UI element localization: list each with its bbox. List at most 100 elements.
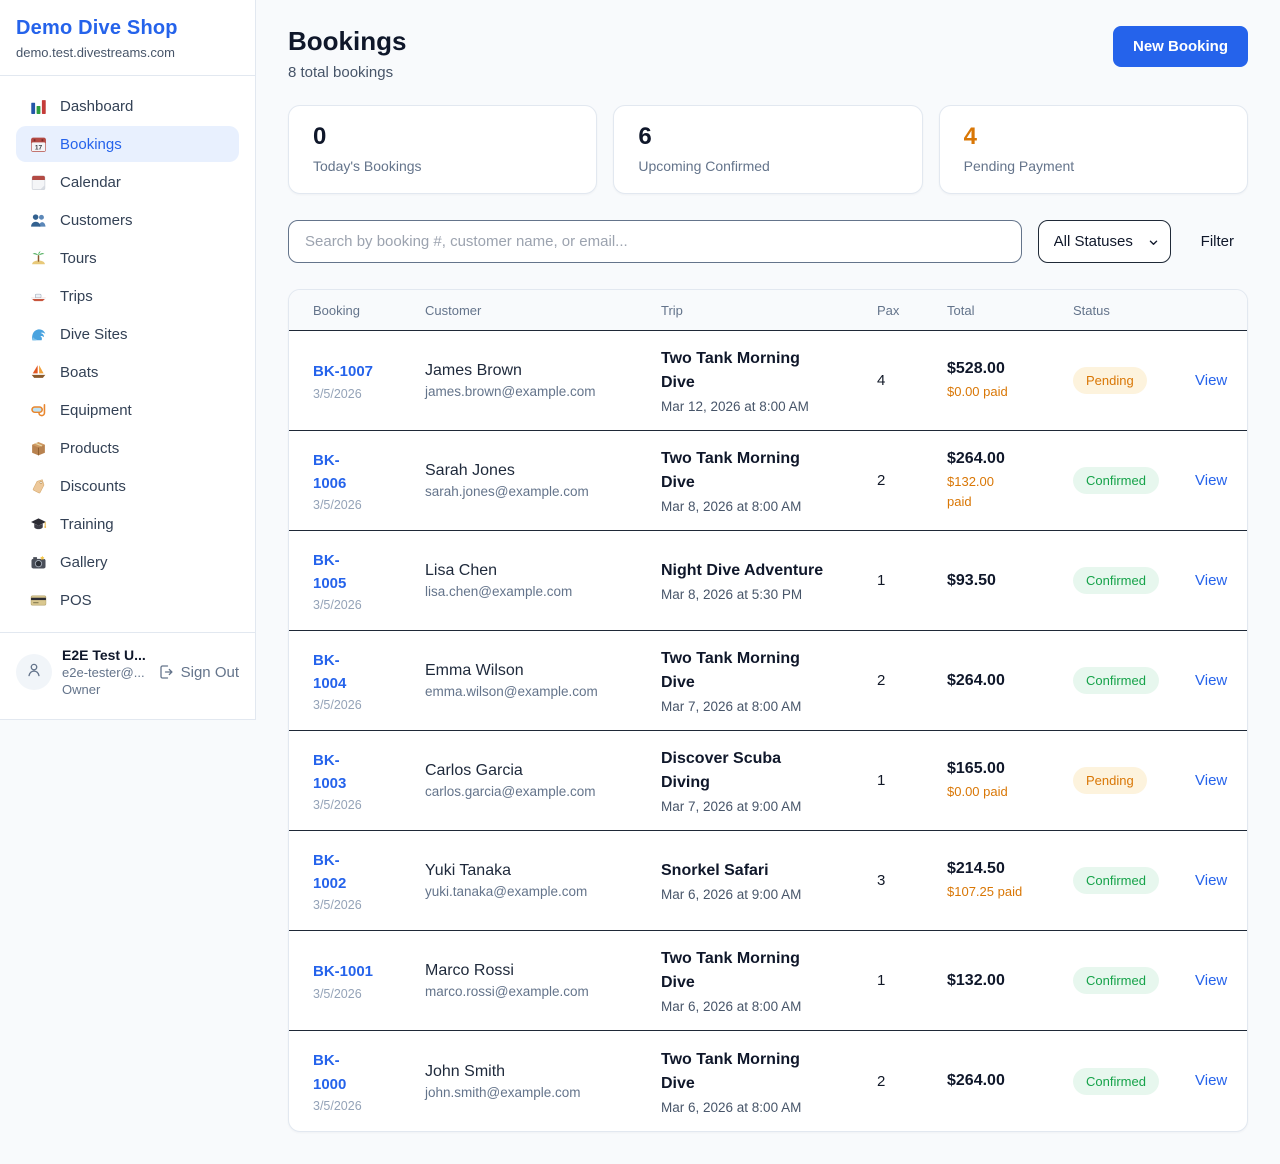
total-cell: $264.00	[947, 672, 1073, 690]
island-icon	[29, 249, 47, 267]
total-cell: $264.00	[947, 1072, 1073, 1090]
total-cell: $132.00	[947, 972, 1073, 990]
status-cell: Confirmed	[1073, 867, 1195, 894]
sidebar-item-products[interactable]: Products	[16, 430, 239, 466]
stat-card-upcoming-confirmed: 6 Upcoming Confirmed	[613, 105, 922, 194]
sidebar-item-calendar[interactable]: Calendar	[16, 164, 239, 200]
sidebar-item-pos[interactable]: POS	[16, 582, 239, 618]
view-link[interactable]: View	[1195, 472, 1227, 489]
booking-row: BK- 1005 3/5/2026 Lisa Chen lisa.chen@ex…	[289, 531, 1247, 631]
booking-row: BK- 1004 3/5/2026 Emma Wilson emma.wilso…	[289, 631, 1247, 731]
sidebar-item-equipment[interactable]: Equipment	[16, 392, 239, 428]
sidebar-item-trips[interactable]: Trips	[16, 278, 239, 314]
view-link[interactable]: View	[1195, 772, 1227, 789]
new-booking-button[interactable]: New Booking	[1113, 26, 1248, 67]
sidebar-item-bookings[interactable]: 17 Bookings	[16, 126, 239, 162]
booking-cell: BK-1001 3/5/2026	[313, 960, 425, 1000]
sidebar-item-label: Tours	[60, 250, 97, 267]
shop-name: Demo Dive Shop	[16, 17, 239, 40]
sidebar-item-boats[interactable]: Boats	[16, 354, 239, 390]
total-cell: $264.00 $132.00 paid	[947, 450, 1073, 511]
filter-button[interactable]: Filter	[1187, 233, 1248, 250]
camera-icon	[29, 553, 47, 571]
status-badge: Confirmed	[1073, 667, 1159, 694]
booking-id-link[interactable]: BK- 1002	[313, 849, 409, 896]
stat-label: Upcoming Confirmed	[638, 158, 897, 174]
trip-cell: Discover Scuba Diving Mar 7, 2026 at 9:0…	[661, 747, 877, 814]
trip-cell: Two Tank Morning Dive Mar 8, 2026 at 8:0…	[661, 447, 877, 514]
sidebar-item-label: Calendar	[60, 174, 121, 191]
customer-cell: John Smith john.smith@example.com	[425, 1063, 661, 1100]
booking-id-link[interactable]: BK-1007	[313, 360, 409, 383]
stat-value: 4	[964, 123, 1223, 151]
sidebar-item-gallery[interactable]: Gallery	[16, 544, 239, 580]
view-link[interactable]: View	[1195, 372, 1227, 389]
status-cell: Pending	[1073, 767, 1195, 794]
booking-cell: BK- 1003 3/5/2026	[313, 749, 425, 813]
sidebar-item-dive-sites[interactable]: Dive Sites	[16, 316, 239, 352]
svg-text:17: 17	[34, 144, 42, 151]
trip-cell: Night Dive Adventure Mar 8, 2026 at 5:30…	[661, 559, 877, 602]
status-badge: Pending	[1073, 767, 1147, 794]
booking-id-link[interactable]: BK- 1003	[313, 749, 409, 796]
booking-id-link[interactable]: BK- 1006	[313, 449, 409, 496]
total-cell: $528.00 $0.00 paid	[947, 360, 1073, 402]
booking-id-link[interactable]: BK- 1005	[313, 549, 409, 596]
sidebar-item-discounts[interactable]: Discounts	[16, 468, 239, 504]
column-header-customer: Customer	[425, 303, 661, 318]
pax-cell: 2	[877, 472, 947, 489]
booking-row: BK-1001 3/5/2026 Marco Rossi marco.rossi…	[289, 931, 1247, 1031]
action-cell: View	[1195, 1072, 1223, 1090]
view-link[interactable]: View	[1195, 1072, 1227, 1089]
view-link[interactable]: View	[1195, 672, 1227, 689]
booking-id-link[interactable]: BK-1001	[313, 960, 409, 983]
trip-datetime: Mar 12, 2026 at 8:00 AM	[661, 399, 861, 414]
main-content: Bookings 8 total bookings New Booking 0 …	[256, 0, 1280, 1164]
customer-email: emma.wilson@example.com	[425, 684, 645, 699]
speedboat-icon	[29, 287, 47, 305]
status-cell: Confirmed	[1073, 667, 1195, 694]
status-cell: Pending	[1073, 367, 1195, 394]
booking-cell: BK-1007 3/5/2026	[313, 360, 425, 400]
column-header-total: Total	[947, 303, 1073, 318]
view-link[interactable]: View	[1195, 972, 1227, 989]
sign-out-button[interactable]: Sign Out	[158, 664, 239, 681]
booking-row: BK- 1000 3/5/2026 John Smith john.smith@…	[289, 1031, 1247, 1131]
sidebar-item-label: Training	[60, 516, 114, 533]
customer-name: Carlos Garcia	[425, 762, 645, 780]
search-input[interactable]	[288, 220, 1022, 263]
sidebar-item-tours[interactable]: Tours	[16, 240, 239, 276]
sailboat-icon	[29, 363, 47, 381]
user-role: Owner	[62, 682, 148, 697]
trip-datetime: Mar 8, 2026 at 8:00 AM	[661, 499, 861, 514]
sidebar-item-training[interactable]: Training	[16, 506, 239, 542]
booking-id-link[interactable]: BK- 1000	[313, 1049, 409, 1096]
credit-card-icon	[29, 591, 47, 609]
sidebar-item-label: Dashboard	[60, 98, 133, 115]
sidebar-item-label: Dive Sites	[60, 326, 128, 343]
tag-icon	[29, 477, 47, 495]
view-link[interactable]: View	[1195, 572, 1227, 589]
booking-id-link[interactable]: BK- 1004	[313, 649, 409, 696]
trip-datetime: Mar 6, 2026 at 8:00 AM	[661, 1100, 861, 1115]
sidebar-item-customers[interactable]: Customers	[16, 202, 239, 238]
trip-cell: Two Tank Morning Dive Mar 12, 2026 at 8:…	[661, 347, 877, 414]
page-subtitle: 8 total bookings	[288, 64, 406, 81]
trip-cell: Snorkel Safari Mar 6, 2026 at 9:00 AM	[661, 859, 877, 902]
paid-amount: $0.00 paid	[947, 382, 1057, 402]
status-badge: Confirmed	[1073, 467, 1159, 494]
booking-cell: BK- 1002 3/5/2026	[313, 849, 425, 913]
total-amount: $132.00	[947, 972, 1057, 990]
sidebar-item-label: Gallery	[60, 554, 108, 571]
customer-cell: Sarah Jones sarah.jones@example.com	[425, 462, 661, 499]
sidebar-item-dashboard[interactable]: Dashboard	[16, 88, 239, 124]
status-select[interactable]: All Statuses	[1038, 220, 1171, 263]
filters-row: All Statuses Filter	[288, 220, 1248, 263]
sidebar-item-label: POS	[60, 592, 92, 609]
customer-cell: Marco Rossi marco.rossi@example.com	[425, 962, 661, 999]
pax-cell: 2	[877, 672, 947, 689]
view-link[interactable]: View	[1195, 872, 1227, 889]
bar-chart-icon	[29, 97, 47, 115]
customer-email: yuki.tanaka@example.com	[425, 884, 645, 899]
booking-date: 3/5/2026	[313, 987, 409, 1001]
